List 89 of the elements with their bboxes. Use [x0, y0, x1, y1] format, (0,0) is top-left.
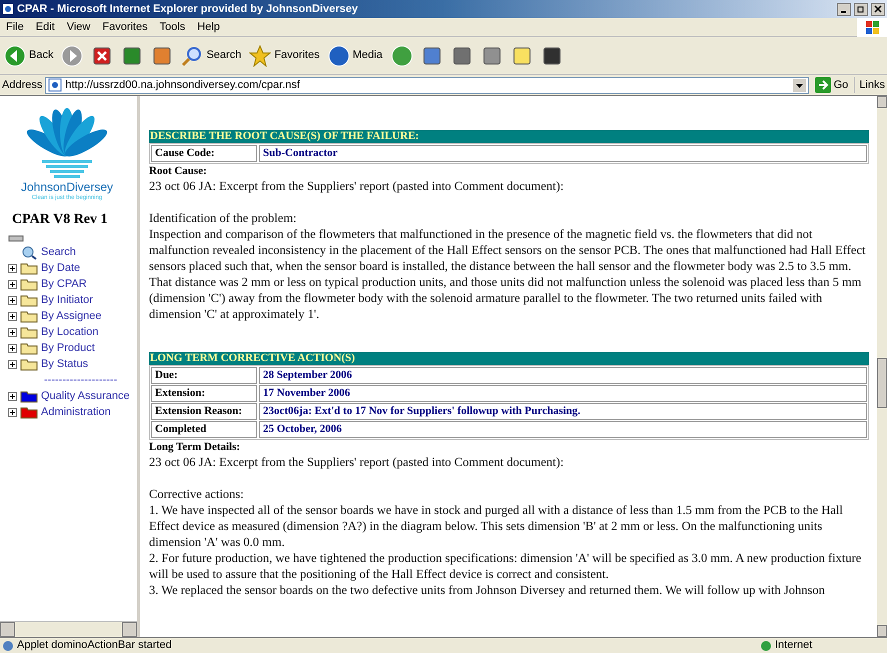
status-message: Applet dominoActionBar started — [17, 638, 173, 653]
star-icon — [249, 44, 272, 66]
nav-link[interactable]: By Assignee — [41, 308, 102, 324]
folder-icon — [20, 294, 38, 306]
section-heading: LONG TERM CORRECTIVE ACTION(S) — [149, 352, 869, 365]
paragraph: 2. For future production, we have tightened the production specifications: dimension 'A' will be specified as 3.0 mm. A new production fixture will be used to assure that the positioning of the Hall Effect device is correct and consistent. — [149, 550, 862, 582]
field-value: 25 October, 2006 — [259, 421, 867, 438]
field-label: Extension: — [151, 385, 257, 402]
expand-icon[interactable] — [8, 392, 17, 400]
nav-link[interactable]: Administration — [41, 404, 111, 420]
paragraph: Corrective actions: — [149, 486, 245, 502]
folder-icon — [20, 342, 38, 354]
folder-icon — [20, 310, 38, 322]
back-icon — [4, 44, 26, 66]
folder-icon — [20, 278, 38, 290]
links-label[interactable]: Links — [854, 76, 885, 94]
brand-name: JohnsonDiversey — [20, 180, 114, 194]
globe-icon — [328, 44, 350, 66]
field-label: Completed — [151, 421, 257, 438]
nav-link[interactable]: By Product — [41, 340, 95, 356]
page-icon — [48, 78, 62, 92]
server-icon — [8, 234, 24, 244]
folder-icon — [20, 262, 38, 274]
browser-icon — [2, 3, 14, 15]
paragraph: Identification of the problem: — [149, 210, 298, 226]
nav-link[interactable]: By CPAR — [41, 276, 87, 292]
field-label: Due: — [151, 367, 257, 384]
window-title: CPAR - Microsoft Internet Explorer provided by JohnsonDiversey — [17, 2, 359, 17]
field-label: Extension Reason: — [151, 403, 257, 420]
minimize-button[interactable] — [837, 2, 851, 16]
address-field[interactable]: http://ussrzd00.na.johnsondiversey.com/cpar.nsf — [45, 76, 809, 94]
menu-item[interactable]: Favorites — [96, 18, 154, 36]
field-value: Sub-Contractor — [259, 145, 867, 162]
horizontal-scrollbar[interactable] — [0, 621, 137, 637]
expand-icon[interactable] — [8, 312, 17, 320]
search-icon — [20, 244, 38, 260]
restore-icon — [857, 5, 865, 13]
go-button[interactable]: Go — [812, 76, 852, 94]
field-label: Cause Code: — [151, 145, 257, 162]
expand-icon[interactable] — [8, 328, 17, 336]
stop-icon — [91, 44, 114, 66]
windows-logo-icon — [857, 18, 887, 36]
field-value: 28 September 2006 — [259, 367, 867, 384]
nav-link[interactable]: By Status — [41, 356, 88, 372]
menu-item[interactable]: Tools — [154, 18, 192, 36]
expand-icon[interactable] — [8, 408, 17, 416]
expand-icon[interactable] — [8, 360, 17, 368]
forward-icon — [61, 44, 84, 66]
zone-label: Internet — [775, 638, 814, 653]
field-value: 17 November 2006 — [259, 385, 867, 402]
globe-icon — [760, 640, 772, 652]
menu-item[interactable]: View — [60, 18, 96, 36]
paragraph: 3. We replaced the sensor boards on the two defective units from Johnson Diversey and returned them. We will follow up with Johnson — [149, 582, 826, 598]
expand-icon[interactable] — [8, 264, 17, 272]
search-icon — [181, 44, 204, 66]
separator-text: -------------------- — [44, 373, 118, 388]
history-button[interactable] — [388, 42, 415, 68]
nav-link[interactable]: Quality Assurance — [41, 388, 130, 404]
field-value: 23oct06ja: Ext'd to 17 Nov for Suppliers' followup with Purchasing. — [259, 403, 867, 420]
nav-link[interactable]: By Initiator — [41, 292, 93, 308]
paragraph: 1. We have inspected all of the sensor boards we have in stock and purged all with a distance of less than 1.5 mm from the PCB to the Hall Effect device as measured (dimension ?A?) in the diagram below. This sets dimension 'B' at 2 mm or less. On the malfunctioning units dimension 'A' was 0.0 mm. — [149, 502, 844, 550]
menu-item[interactable]: File — [0, 18, 30, 36]
arrow-icon — [814, 77, 831, 93]
paragraph: 23 oct 06 JA: Excerpt from the Suppliers' report (pasted into Comment document): — [149, 178, 565, 194]
close-button[interactable] — [871, 2, 885, 16]
media-button[interactable]: Media — [326, 42, 385, 68]
address-label: Address — [2, 78, 42, 93]
section-heading: DESCRIBE THE ROOT CAUSE(S) OF THE FAILURE: — [149, 130, 869, 143]
folder-icon — [20, 358, 38, 370]
details-label: Long Term Details: — [149, 441, 242, 454]
menu-item[interactable]: Edit — [30, 18, 61, 36]
restore-button[interactable] — [854, 2, 868, 16]
nav-link[interactable]: By Date — [41, 260, 80, 276]
details-label: Root Cause: — [149, 165, 208, 178]
favorites-button[interactable]: Favorites — [247, 42, 322, 68]
nav-link[interactable]: By Location — [41, 324, 98, 340]
back-button[interactable]: Back — [2, 42, 56, 68]
paragraph: Inspection and comparison of the flowmeters that malfunctioned in the presence of the magnetic field vs. the flowmeters that did not malfunction revealed inconsistency in the placement of the Hall Effect sensors on the sensor PCB. The ones that malfunctioned had Hall Effect sensors placed such that, when the sensor board is installed, the distance between the hall sensor and the flowmeter body was 2.5 to 3.5 mm. That distance was 2 mm or less on typical production units, and those units did not malfunction unless the solenoid was placed less than 5 mm (dimension 'C') away from the flowmeter body with the solenoid armature parallel to the flowmeter. The two returned units failed with dimension 'C' at approximately 1'. — [149, 226, 866, 322]
folder-icon — [20, 326, 38, 338]
menu-item[interactable]: Help — [191, 18, 226, 36]
paragraph: 23 oct 06 JA: Excerpt from the Suppliers' report (pasted into Comment document): — [149, 454, 565, 470]
search-button[interactable]: Search — [179, 42, 244, 68]
expand-icon[interactable] — [8, 296, 17, 304]
expand-icon[interactable] — [8, 280, 17, 288]
vertical-scrollbar[interactable] — [877, 96, 887, 637]
expand-icon[interactable] — [8, 344, 17, 352]
close-icon — [874, 5, 882, 13]
database-title: CPAR V8 Rev 1 — [12, 211, 109, 229]
nav-link[interactable]: Search — [41, 244, 76, 260]
